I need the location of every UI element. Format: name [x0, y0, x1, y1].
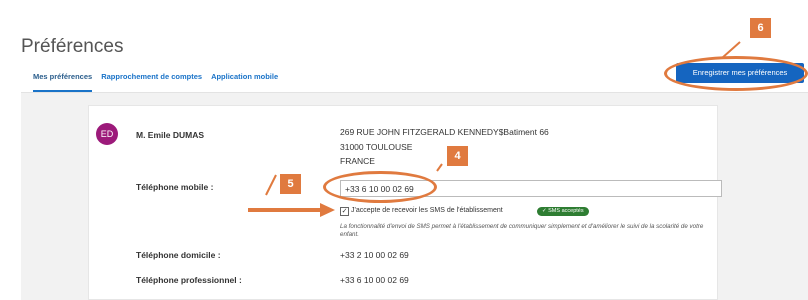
pointer-line-6 [721, 41, 741, 59]
pointer-line-5 [265, 174, 277, 196]
arrow-head-icon [320, 203, 335, 217]
pointer-line-4 [436, 163, 443, 172]
annotation-arrows [248, 41, 741, 217]
